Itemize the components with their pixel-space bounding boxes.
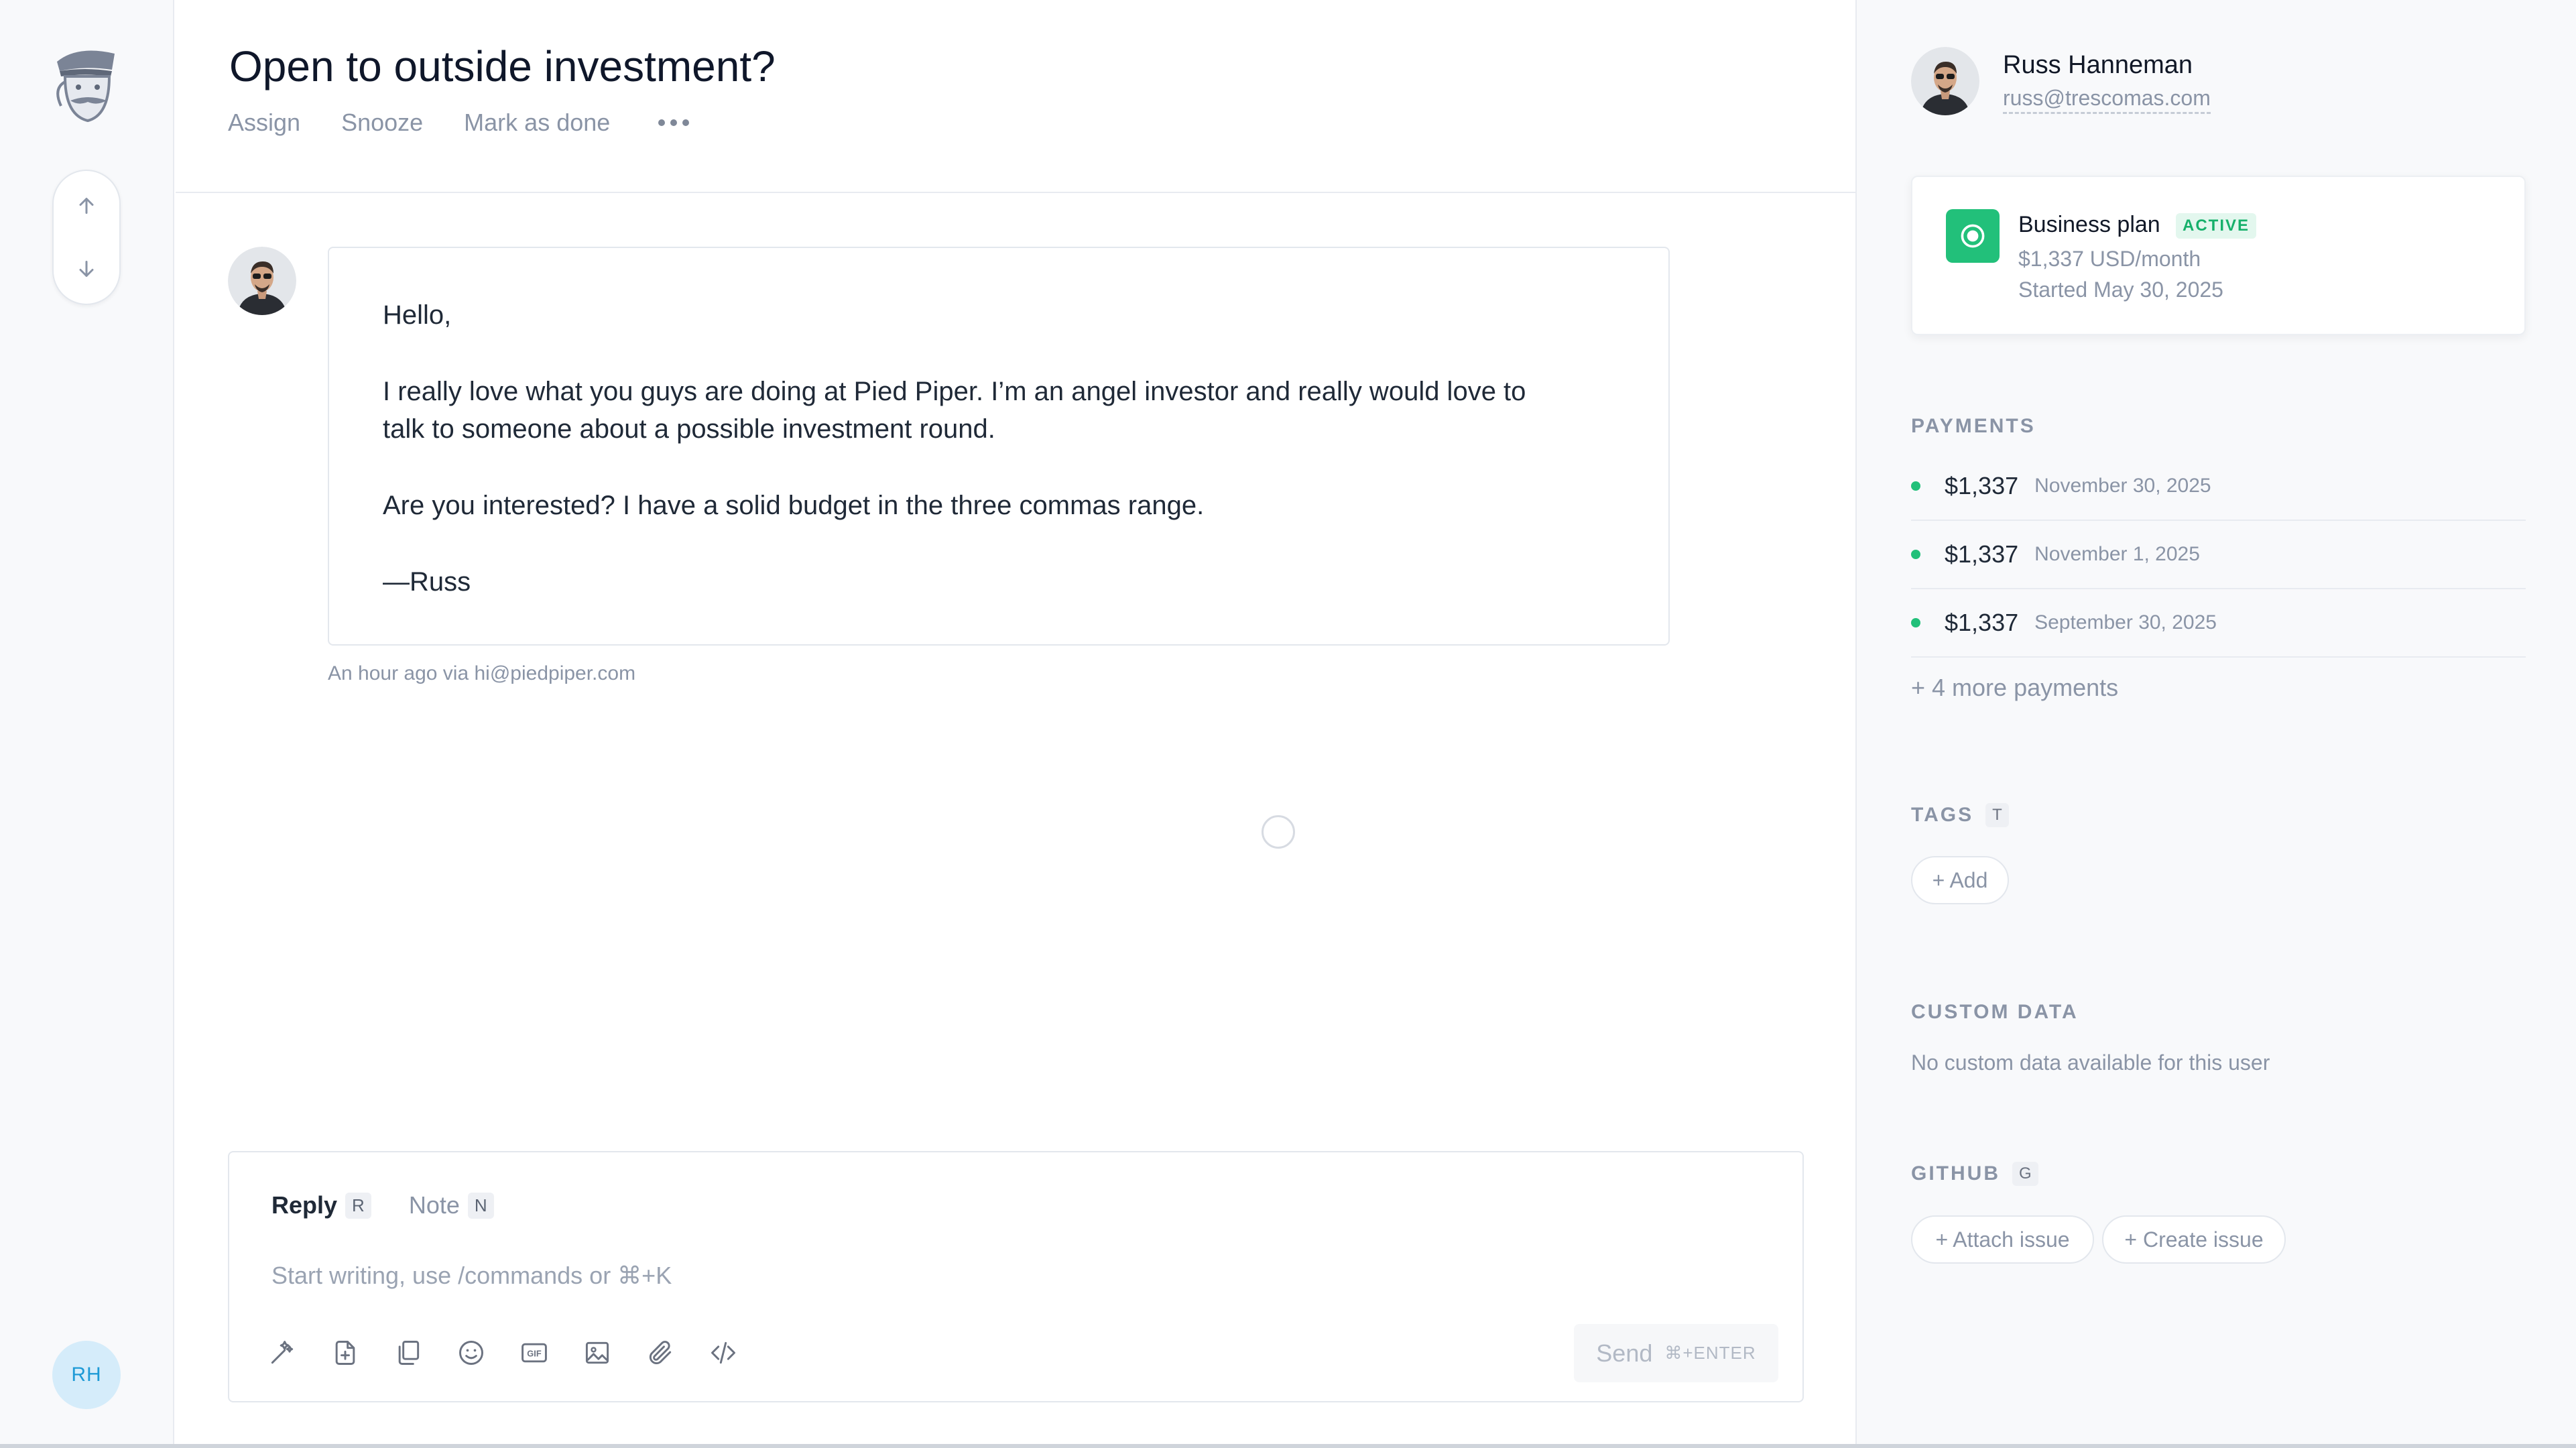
- send-button[interactable]: Send ⌘+ENTER: [1574, 1324, 1778, 1382]
- conversation-header: Open to outside investment? Assign Snooz…: [176, 0, 1855, 193]
- contact-sidebar: Russ Hanneman russ@trescomas.com Busines…: [1855, 0, 2576, 1448]
- contact-email-link[interactable]: russ@trescomas.com: [2003, 86, 2211, 114]
- message-body-line: I really love what you guys are doing at…: [383, 377, 1526, 406]
- paperclip-icon[interactable]: [639, 1332, 681, 1374]
- add-tag-button[interactable]: + Add: [1911, 856, 2009, 904]
- current-user-avatar[interactable]: RH: [52, 1341, 121, 1409]
- github-shortcut-badge: G: [2012, 1162, 2038, 1186]
- payment-date: November 1, 2025: [2034, 543, 2200, 565]
- subscription-card[interactable]: Business plan ACTIVE $1,337 USD/month St…: [1911, 176, 2526, 335]
- payment-amount: $1,337: [1945, 472, 2019, 499]
- conversation-actions: Assign Snooze Mark as done: [228, 109, 690, 137]
- message-greeting: Hello,: [383, 300, 452, 330]
- emoji-icon[interactable]: [450, 1332, 492, 1374]
- subscription-status-icon: [1946, 209, 2000, 263]
- payment-row[interactable]: $1,337 November 30, 2025: [1911, 452, 2526, 521]
- message-signature: —Russ: [383, 567, 471, 597]
- message-card: Hello, I really love what you guys are d…: [328, 247, 1670, 646]
- custom-data-heading: CUSTOM DATA: [1911, 1001, 2079, 1023]
- copy-icon[interactable]: [387, 1332, 429, 1374]
- send-shortcut-hint: ⌘+ENTER: [1664, 1343, 1756, 1363]
- reply-input[interactable]: [271, 1256, 1746, 1296]
- conversation-pane: Open to outside investment? Assign Snooz…: [176, 0, 1855, 1448]
- status-badge: ACTIVE: [2176, 213, 2257, 239]
- conversation-nav: [52, 170, 121, 305]
- tab-reply[interactable]: Reply R: [271, 1191, 371, 1219]
- message-body-line: Are you interested? I have a solid budge…: [383, 491, 1205, 520]
- plan-name: Business plan: [2018, 212, 2160, 237]
- reply-shortcut-badge: R: [345, 1192, 371, 1219]
- payment-status-dot: [1911, 618, 1920, 627]
- image-icon[interactable]: [576, 1332, 618, 1374]
- tags-shortcut-badge: T: [1985, 803, 2009, 827]
- contact-name: Russ Hanneman: [2003, 51, 2193, 79]
- more-horizontal-icon[interactable]: [658, 113, 690, 133]
- create-issue-button[interactable]: + Create issue: [2102, 1215, 2286, 1264]
- composer-tabs: Reply R Note N: [271, 1191, 532, 1219]
- payment-status-dot: [1911, 481, 1920, 491]
- left-rail: RH: [0, 0, 174, 1448]
- loading-spinner-icon: [1262, 815, 1295, 849]
- conversation-title: Open to outside investment?: [229, 42, 776, 90]
- payment-amount: $1,337: [1945, 540, 2019, 568]
- gif-icon[interactable]: GIF: [513, 1332, 555, 1374]
- code-icon[interactable]: [702, 1332, 744, 1374]
- previous-conversation-button[interactable]: [54, 174, 119, 238]
- custom-data-empty: No custom data available for this user: [1911, 1050, 2270, 1075]
- payment-date: November 30, 2025: [2034, 475, 2211, 497]
- plan-start-date: Started May 30, 2025: [2018, 278, 2223, 302]
- composer-toolbar: GIF: [261, 1332, 765, 1374]
- tags-heading: TAGS T: [1911, 803, 2009, 827]
- note-shortcut-badge: N: [467, 1192, 494, 1219]
- payment-amount: $1,337: [1945, 609, 2019, 636]
- assign-button[interactable]: Assign: [228, 109, 300, 137]
- arrow-up-icon: [79, 198, 94, 214]
- snooze-button[interactable]: Snooze: [341, 109, 423, 137]
- tab-note[interactable]: Note N: [409, 1191, 494, 1219]
- payment-row[interactable]: $1,337 November 1, 2025: [1911, 521, 2526, 589]
- message-meta: An hour ago via hi@piedpiper.com: [328, 662, 636, 684]
- plan-price: $1,337 USD/month: [2018, 247, 2201, 271]
- message-body-line: talk to someone about a possible investm…: [383, 414, 995, 444]
- add-document-icon[interactable]: [324, 1332, 366, 1374]
- magic-wand-icon[interactable]: [261, 1332, 303, 1374]
- payment-row[interactable]: $1,337 September 30, 2025: [1911, 589, 2526, 658]
- window-bottom-edge: [0, 1444, 2576, 1448]
- more-payments-link[interactable]: + 4 more payments: [1911, 674, 2118, 702]
- attach-issue-button[interactable]: + Attach issue: [1911, 1215, 2094, 1264]
- mark-as-done-button[interactable]: Mark as done: [464, 109, 610, 137]
- payment-date: September 30, 2025: [2034, 611, 2217, 634]
- github-heading: GITHUB G: [1911, 1162, 2038, 1186]
- payments-heading: PAYMENTS: [1911, 415, 2036, 437]
- next-conversation-button[interactable]: [54, 237, 119, 301]
- arrow-down-icon: [79, 261, 94, 277]
- contact-avatar: [1911, 47, 1979, 115]
- payment-status-dot: [1911, 550, 1920, 559]
- logo-icon[interactable]: [50, 42, 121, 129]
- composer: Reply R Note N GIF: [228, 1151, 1804, 1402]
- sender-avatar: [228, 247, 296, 315]
- svg-text:GIF: GIF: [527, 1349, 542, 1359]
